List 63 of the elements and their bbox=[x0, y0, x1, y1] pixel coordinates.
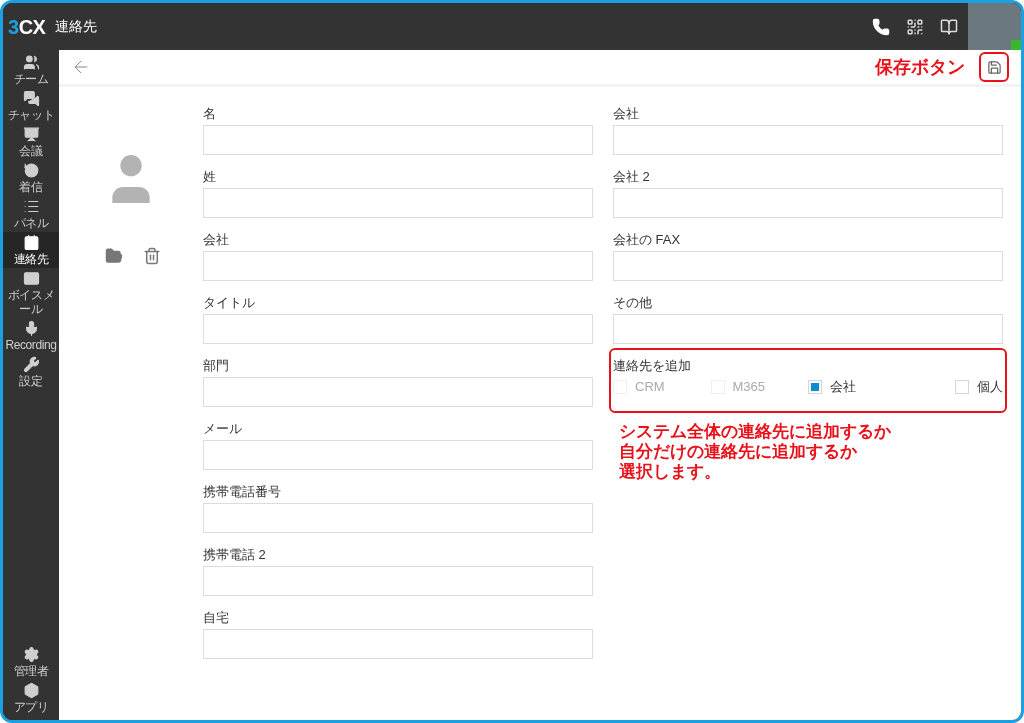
field-label: 会社 bbox=[613, 105, 640, 123]
input-field[interactable] bbox=[203, 629, 593, 659]
input-field[interactable] bbox=[613, 188, 1003, 218]
input-field[interactable] bbox=[203, 188, 593, 218]
team-icon bbox=[22, 54, 40, 71]
sidebar-item[interactable]: アプリ bbox=[3, 680, 59, 716]
sidebar-item[interactable]: 管理者 bbox=[3, 644, 59, 680]
chat-icon bbox=[22, 90, 40, 107]
input-field[interactable] bbox=[203, 125, 593, 155]
field-label: 携帯電話 2 bbox=[203, 546, 267, 564]
list-icon bbox=[22, 198, 40, 215]
logo: 3CX bbox=[8, 14, 46, 40]
sidebar-item[interactable]: 設定 bbox=[3, 354, 59, 390]
annotation-text: システム全体の連絡先に追加するか bbox=[619, 422, 892, 442]
save-icon bbox=[986, 59, 1002, 75]
settings-icon bbox=[22, 646, 40, 663]
checkbox-label: M365 bbox=[732, 378, 766, 396]
sidebar-item[interactable]: チャット bbox=[3, 88, 59, 124]
annotation-text: 選択します。 bbox=[619, 462, 722, 482]
field-label: 会社 bbox=[203, 231, 230, 249]
sidebar-item[interactable]: 会議 bbox=[3, 124, 59, 160]
save-button[interactable] bbox=[979, 52, 1009, 82]
phone-icon[interactable] bbox=[872, 17, 890, 36]
sidebar-item[interactable]: パネル bbox=[3, 196, 59, 232]
checkbox[interactable] bbox=[808, 379, 822, 394]
sidebar-item[interactable]: ボイスメール bbox=[3, 268, 59, 318]
checkbox-label: 個人 bbox=[977, 378, 1003, 396]
sidebar-item[interactable]: 連絡先 bbox=[3, 232, 59, 268]
input-field[interactable] bbox=[613, 314, 1003, 344]
presentation-icon bbox=[22, 126, 40, 143]
sidebar-item[interactable]: チーム bbox=[3, 52, 59, 88]
field-label: 会社 2 bbox=[613, 168, 651, 186]
input-field[interactable] bbox=[613, 251, 1003, 281]
field-label: 自宅 bbox=[203, 609, 230, 627]
input-field[interactable] bbox=[203, 314, 593, 344]
field-label: 携帯電話番号 bbox=[203, 483, 282, 501]
input-field[interactable] bbox=[203, 440, 593, 470]
save-label: 保存ボタン bbox=[875, 55, 965, 79]
field-label: 姓 bbox=[203, 168, 217, 186]
checkbox-label: 会社 bbox=[830, 378, 856, 396]
sidebar-item[interactable]: 着信 bbox=[3, 160, 59, 196]
field-label: 部門 bbox=[203, 357, 230, 375]
folder-icon[interactable] bbox=[105, 247, 123, 265]
field-label: タイトル bbox=[203, 294, 256, 312]
field-label: その他 bbox=[613, 294, 653, 312]
input-field[interactable] bbox=[203, 251, 593, 281]
input-field[interactable] bbox=[203, 503, 593, 533]
input-field[interactable] bbox=[203, 566, 593, 596]
field-label: 会社の FAX bbox=[613, 231, 682, 249]
page-title: 連絡先 bbox=[55, 17, 98, 36]
trash-icon[interactable] bbox=[143, 247, 161, 265]
annotation-text: 自分だけの連絡先に追加するか bbox=[619, 442, 858, 462]
input-field[interactable] bbox=[613, 125, 1003, 155]
checkbox-label: CRM bbox=[635, 378, 665, 396]
field-label: 名 bbox=[203, 105, 217, 123]
wrench-icon bbox=[22, 356, 40, 373]
field-label: メール bbox=[203, 420, 243, 438]
sidebar-item[interactable]: Recording bbox=[3, 318, 59, 354]
input-field[interactable] bbox=[203, 377, 593, 407]
checkbox[interactable] bbox=[955, 379, 969, 394]
group-label: 連絡先を追加 bbox=[613, 357, 692, 375]
book-icon[interactable] bbox=[940, 17, 958, 36]
qr-code-icon[interactable] bbox=[906, 17, 924, 36]
